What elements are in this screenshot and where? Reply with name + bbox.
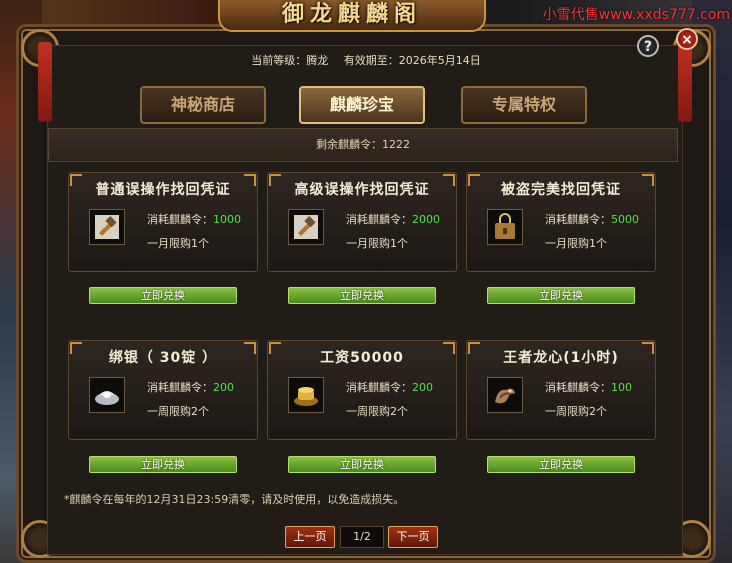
card-corner-ornament — [269, 342, 281, 354]
redeem-button[interactable]: 立即兑换 — [89, 287, 237, 304]
remaining-tokens-text: 剩余麒麟令：1222 — [316, 138, 410, 151]
card-corner-ornament — [244, 342, 256, 354]
item-card: 被盗完美找回凭证 消耗麒麟令：5000 一月限购1个 — [466, 172, 656, 272]
item-limit: 一月限购1个 — [346, 237, 408, 250]
card-corner-ornament — [642, 174, 654, 186]
redeem-button[interactable]: 立即兑换 — [89, 456, 237, 473]
tab-exclusive-privilege[interactable]: 专属特权 — [461, 86, 587, 124]
redeem-button[interactable]: 立即兑换 — [288, 287, 436, 304]
cost-value: 5000 — [611, 213, 639, 226]
cost-value: 1000 — [213, 213, 241, 226]
hammer-icon[interactable] — [288, 209, 324, 245]
close-button[interactable]: × — [676, 28, 698, 50]
redeem-button[interactable]: 立即兑换 — [487, 456, 635, 473]
item-card: 高级误操作找回凭证 消耗麒麟令：2000 一月限购1个 — [267, 172, 457, 272]
card-corner-ornament — [70, 342, 82, 354]
cost-value: 100 — [611, 381, 632, 394]
watermark-text: 小雪代售www.xxds777.com — [542, 7, 730, 23]
item-limit: 一月限购1个 — [545, 237, 607, 250]
hammer-icon[interactable] — [89, 209, 125, 245]
redeem-button[interactable]: 立即兑换 — [288, 456, 436, 473]
item-cost: 消耗麒麟令：100 — [545, 381, 632, 394]
cost-value: 200 — [412, 381, 433, 394]
lock-bag-icon[interactable] — [487, 209, 523, 245]
card-corner-ornament — [70, 174, 82, 186]
remaining-tokens-bar: 剩余麒麟令：1222 — [48, 128, 678, 162]
item-title: 工资50000 — [320, 350, 404, 366]
item-cost: 消耗麒麟令：200 — [147, 381, 234, 394]
card-corner-ornament — [468, 342, 480, 354]
card-corner-ornament — [642, 342, 654, 354]
item-title: 普通误操作找回凭证 — [95, 182, 231, 198]
card-corner-ornament — [269, 174, 281, 186]
title-banner: 御龙麒麟阁 — [218, 0, 486, 32]
item-title: 被盗完美找回凭证 — [501, 182, 621, 198]
item-cost: 消耗麒麟令：5000 — [545, 213, 639, 226]
card-corner-ornament — [468, 174, 480, 186]
card-corner-ornament — [443, 174, 455, 186]
item-limit: 一月限购1个 — [147, 237, 209, 250]
item-title: 高级误操作找回凭证 — [294, 182, 430, 198]
item-card: 王者龙心(1小时) 消耗麒麟令：100 一周限购2个 — [466, 340, 656, 440]
redeem-button[interactable]: 立即兑换 — [487, 287, 635, 304]
item-limit: 一周限购2个 — [346, 405, 408, 418]
cost-value: 2000 — [412, 213, 440, 226]
token-reset-note: *麒麟令在每年的12月31日23:59清零，请及时使用，以免造成损失。 — [64, 493, 405, 506]
level-text: 当前等级：腾龙 — [251, 54, 329, 67]
expire-text: 有效期至：2026年5月14日 — [343, 54, 481, 67]
status-line: 当前等级：腾龙 有效期至：2026年5月14日 — [0, 52, 732, 68]
tab-qilin-treasure[interactable]: 麒麟珍宝 — [299, 86, 425, 124]
gold-ingot-icon[interactable] — [288, 377, 324, 413]
card-corner-ornament — [244, 174, 256, 186]
cost-value: 200 — [213, 381, 234, 394]
prev-page-button[interactable]: 上一页 — [285, 526, 335, 548]
page-indicator: 1/2 — [340, 526, 384, 548]
item-card: 工资50000 消耗麒麟令：200 一周限购2个 — [267, 340, 457, 440]
next-page-button[interactable]: 下一页 — [388, 526, 438, 548]
item-title: 王者龙心(1小时) — [503, 350, 619, 366]
item-card: 绑银（ 30锭 ） 消耗麒麟令：200 一周限购2个 — [68, 340, 258, 440]
item-title: 绑银（ 30锭 ） — [108, 350, 218, 366]
item-cost: 消耗麒麟令：2000 — [346, 213, 440, 226]
item-cost: 消耗麒麟令：1000 — [147, 213, 241, 226]
card-corner-ornament — [443, 342, 455, 354]
item-cost: 消耗麒麟令：200 — [346, 381, 433, 394]
silver-ingot-icon[interactable] — [89, 377, 125, 413]
item-limit: 一周限购2个 — [545, 405, 607, 418]
dragon-heart-icon[interactable] — [487, 377, 523, 413]
item-limit: 一周限购2个 — [147, 405, 209, 418]
window-title: 御龙麒麟阁 — [281, 1, 422, 27]
item-card: 普通误操作找回凭证 消耗麒麟令：1000 一月限购1个 — [68, 172, 258, 272]
tab-mystery-shop[interactable]: 神秘商店 — [140, 86, 266, 124]
